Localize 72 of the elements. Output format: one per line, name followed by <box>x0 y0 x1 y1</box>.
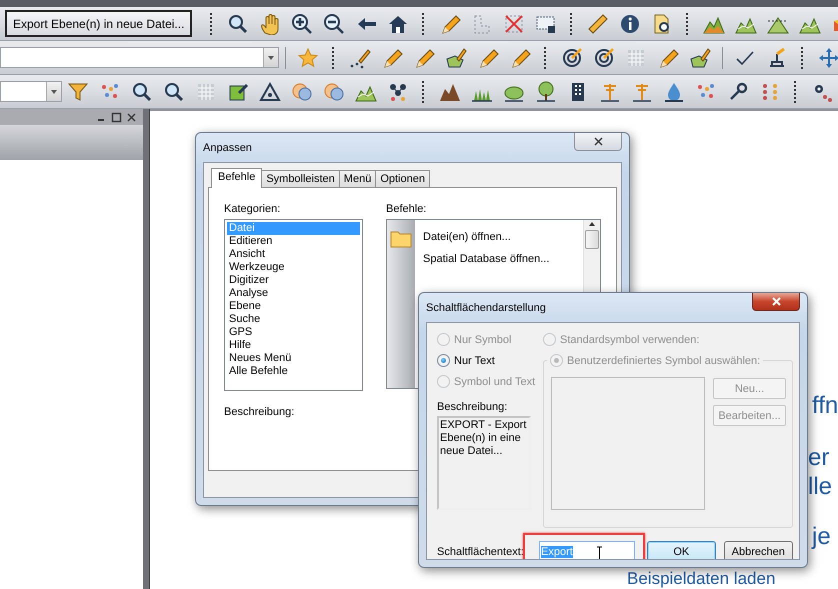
field-label: Beschreibung: <box>437 400 508 414</box>
target-icon[interactable] <box>593 46 615 68</box>
pencil-area-icon[interactable] <box>689 46 711 68</box>
list-item[interactable]: Werkzeuge <box>227 261 360 274</box>
list-item[interactable]: Analyse <box>227 287 360 300</box>
scrollbar-thumb[interactable] <box>585 230 599 249</box>
page-text: ffn <box>812 392 838 420</box>
close-icon <box>592 136 604 147</box>
page-text: er <box>808 444 830 472</box>
pencil-icon[interactable] <box>477 46 499 68</box>
list-item[interactable]: Ansicht <box>227 248 360 261</box>
list-item[interactable]: GPS <box>227 326 360 339</box>
list-item[interactable]: Datei(en) öffnen... <box>415 228 583 250</box>
dialog-title: Anpassen <box>203 142 252 154</box>
circles-icon[interactable] <box>323 80 345 102</box>
pencil-icon[interactable] <box>509 46 531 68</box>
tree-icon[interactable] <box>535 80 557 102</box>
dropdown-field[interactable] <box>0 47 279 68</box>
tab[interactable]: Optionen <box>375 170 430 187</box>
info-icon[interactable] <box>619 12 642 34</box>
sample-data-link[interactable]: Beispieldaten laden <box>627 569 776 588</box>
pencil-points-icon[interactable] <box>349 46 371 68</box>
dropdown-arrow-icon <box>50 88 58 96</box>
pencil-icon[interactable] <box>381 46 403 68</box>
list-item[interactable]: Alle Befehle <box>227 365 360 378</box>
description-box: EXPORT - Export Ebene(n) in eine neue Datei... <box>437 416 531 510</box>
close-button[interactable] <box>752 293 800 311</box>
triangle-icon[interactable] <box>259 80 281 102</box>
pencil-icon[interactable] <box>413 46 435 68</box>
list-item[interactable]: Hilfe <box>227 339 360 352</box>
page-text: lle <box>808 473 832 501</box>
tab[interactable]: Befehle <box>211 168 262 188</box>
dropdown-arrow-icon <box>267 54 275 62</box>
dialog-title: Schaltflächendarstellung <box>426 302 546 314</box>
page-text: je <box>812 523 831 551</box>
close-button[interactable] <box>574 133 622 151</box>
list-item[interactable]: Spatial Database öffnen... <box>415 250 583 272</box>
field-label: Befehle: <box>386 202 428 216</box>
export-command-button[interactable]: Export Ebene(n) in neue Datei... <box>5 10 192 37</box>
field-label: Schaltflächentext: <box>437 546 523 558</box>
maximize-icon[interactable] <box>111 112 122 122</box>
tab[interactable]: Symbolleisten <box>261 170 340 187</box>
field-label: Kategorien: <box>224 202 282 216</box>
tab[interactable]: Menü <box>338 170 376 187</box>
list-item[interactable]: Neues Menü <box>227 352 360 365</box>
cancel-button[interactable]: Abbrechen <box>724 541 793 559</box>
up-arrow-icon <box>588 220 596 228</box>
pencil-icon[interactable] <box>657 46 679 68</box>
dropdown-field[interactable] <box>0 81 62 102</box>
close-icon <box>770 296 782 307</box>
zoom-in-icon[interactable] <box>291 12 314 34</box>
list-item[interactable]: Editieren <box>227 235 360 248</box>
circles-icon[interactable] <box>291 80 313 102</box>
water-drop-icon[interactable] <box>663 80 685 102</box>
pencil-icon[interactable] <box>439 12 462 34</box>
ruler-icon[interactable] <box>587 12 610 34</box>
funnel-icon[interactable] <box>67 80 89 102</box>
close-icon[interactable] <box>126 112 137 122</box>
move-icon[interactable] <box>818 46 838 68</box>
list-item[interactable]: Digitizer <box>227 274 360 287</box>
radio-option[interactable]: Nur Text <box>437 350 539 371</box>
target-icon[interactable] <box>561 46 583 68</box>
pencil-area-icon[interactable] <box>445 46 467 68</box>
list-item[interactable]: Suche <box>227 313 360 326</box>
cross-icon[interactable] <box>503 12 526 34</box>
star-icon[interactable] <box>297 46 319 68</box>
ok-button[interactable]: OK <box>647 541 716 559</box>
text-cursor-icon <box>596 546 603 559</box>
field-label: Beschreibung: <box>224 405 294 419</box>
zoom-out-icon[interactable] <box>323 12 346 34</box>
hand-icon[interactable] <box>259 12 282 34</box>
list-item[interactable]: Ebene <box>227 300 360 313</box>
